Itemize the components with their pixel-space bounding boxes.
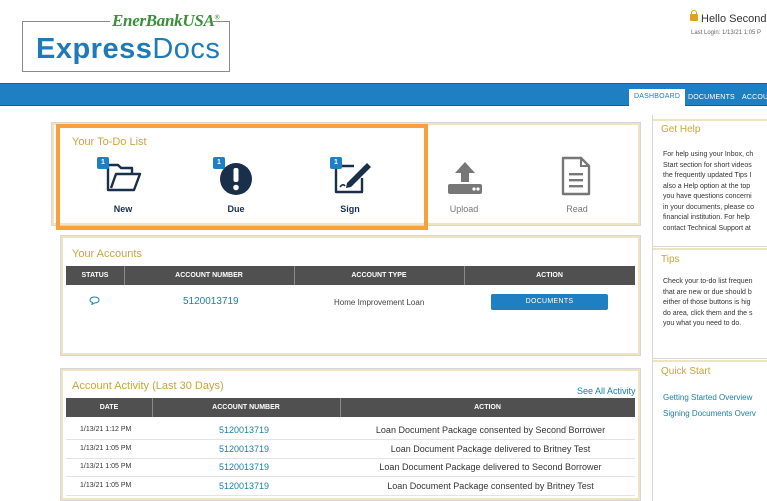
accounts-title: Your Accounts [72,248,142,260]
documents-button[interactable]: DOCUMENTS [491,294,608,310]
side-divider [653,358,767,359]
row-date: 1/13/21 1:05 PM [80,463,132,470]
chat-icon[interactable] [89,296,100,305]
help-line: For help using your Inbox, ch [663,151,754,158]
getting-started-link[interactable]: Getting Started Overview [663,393,752,402]
col-account-number: ACCOUNT NUMBER [175,272,243,279]
document-icon [561,156,591,196]
tips-line: that are new or due should b [663,288,752,296]
tab-documents[interactable]: DOCUMENTS [683,90,740,106]
side-section-divider [653,248,767,250]
table-row: 1/13/21 1:05 PM 5120013719 Loan Document… [66,477,635,496]
upload-icon [448,162,482,194]
todo-highlight-frame [56,124,428,230]
table-row: 1/13/21 1:12 PM 5120013719 Loan Document… [66,421,635,440]
col-account-type: ACCOUNT TYPE [351,272,407,279]
side-divider [653,246,767,247]
get-help-title: Get Help [661,124,701,135]
help-line: Start section for short videos [663,161,752,169]
row-account-link[interactable]: 5120013719 [219,481,269,491]
row-action: Loan Document Package consented by Britn… [387,481,594,491]
row-account-link[interactable]: 5120013719 [219,462,269,472]
row-action: Loan Document Package delivered to Secon… [379,462,602,472]
tips-text: Check your to-do list frequen that are n… [663,277,767,330]
enerbank-logo-text: EnerBankUSA [112,11,215,30]
tips-line: do area, click them and the s [663,309,753,317]
side-section-divider [653,360,767,362]
signing-documents-link[interactable]: Signing Documents Overv [663,409,756,418]
get-help-text: For help using your Inbox, ch Start sect… [663,150,767,234]
account-number-link[interactable]: 5120013719 [183,296,239,307]
col-action: ACTION [536,272,563,279]
todo-label: Read [566,204,588,214]
help-line: also a Help option at the top [663,182,751,190]
nav-bar: DASHBOARD DOCUMENTS ACCOUN [0,83,767,106]
user-greeting[interactable]: Hello Second B [690,10,767,25]
row-date: 1/13/21 1:05 PM [80,445,132,452]
tips-title: Tips [661,254,680,265]
help-line: the frequently updated Tips I [663,172,752,179]
tab-accounts[interactable]: ACCOUN [737,90,767,106]
help-line: financial institution. For help [663,214,750,221]
header: EnerBankUSA® ExpressDocs Hello Second B … [0,0,767,82]
row-account-link[interactable]: 5120013719 [219,444,269,454]
help-line: you have questions concerni [663,193,752,200]
table-row: 1/13/21 1:05 PM 5120013719 Loan Document… [66,440,635,459]
row-date: 1/13/21 1:12 PM [80,426,132,433]
col-date: DATE [99,404,119,411]
col-action: ACTION [474,404,501,411]
col-account-number: ACCOUNT NUMBER [212,404,280,411]
docs-logo-text: Docs [152,33,221,65]
express-logo-text: Express [36,33,153,65]
tips-line: either of those buttons is hig [663,299,751,306]
row-date: 1/13/21 1:05 PM [80,482,132,489]
accounts-table-header: STATUS ACCOUNT NUMBER ACCOUNT TYPE ACTIO… [66,266,635,285]
col-status: STATUS [81,272,109,279]
quick-start-title: Quick Start [661,366,711,377]
expressdocs-logo[interactable]: ExpressDocs [36,33,220,66]
tips-line: Check your to-do list frequen [663,278,753,285]
row-action: Loan Document Package consented by Secon… [375,425,606,435]
tips-line: you what you need to do. [663,320,742,327]
todo-label: Upload [449,204,479,214]
help-line: contact Technical Support at [663,224,751,232]
lock-icon [690,10,698,21]
activity-title: Account Activity (Last 30 Days) [72,380,224,392]
last-login: Last Login: 1/13/21 1:05 P [691,30,762,36]
side-section-divider [653,119,767,121]
enerbank-logo: EnerBankUSA® [112,11,220,30]
account-type: Home Improvement Loan [334,298,425,307]
help-line: in your documents, please co [663,203,755,211]
row-account-link[interactable]: 5120013719 [219,425,269,435]
table-row: 1/13/21 1:05 PM 5120013719 Loan Document… [66,458,635,477]
user-greeting-text: Hello Second B [701,13,767,25]
row-action: Loan Document Package delivered to Britn… [390,444,591,454]
see-all-activity-link[interactable]: See All Activity [577,386,636,396]
tab-dashboard[interactable]: DASHBOARD [629,89,686,106]
activity-table-header: DATE ACCOUNT NUMBER ACTION [66,398,635,417]
